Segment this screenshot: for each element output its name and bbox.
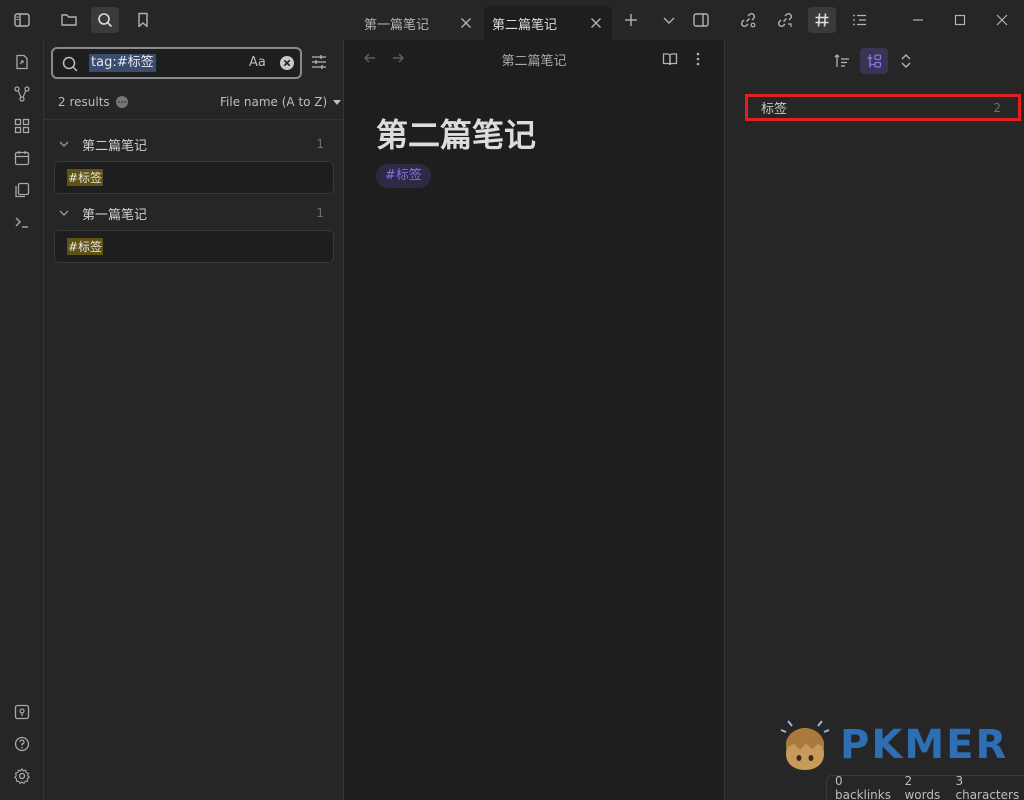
sort-icon[interactable] [828, 48, 856, 74]
pkmer-watermark: PKMER [778, 718, 1008, 772]
settings-gear-icon[interactable] [10, 764, 34, 788]
tree-view-icon[interactable] [860, 48, 888, 74]
sort-dropdown[interactable]: File name (A to Z) [220, 95, 342, 109]
quick-switcher-icon[interactable] [10, 50, 34, 74]
word-count: 2 words [904, 774, 941, 800]
search-icon[interactable] [91, 7, 119, 33]
chevron-down-icon[interactable] [58, 138, 74, 150]
tab-label: 第二篇笔记 [492, 17, 558, 33]
canvas-icon[interactable] [10, 114, 34, 138]
ribbon [0, 40, 44, 800]
search-pane: tag:#标签 Aa 2 results File name (A to Z) … [44, 40, 344, 800]
title-bar: 第一篇笔记 第二篇笔记 [0, 0, 1024, 40]
close-icon[interactable] [588, 15, 604, 31]
chevron-down-icon[interactable] [655, 7, 683, 33]
right-sidebar-toggle-icon[interactable] [687, 7, 715, 33]
result-file-header[interactable]: 第二篇笔记 1 [54, 131, 334, 157]
tab-second-note[interactable]: 第二篇笔记 [484, 6, 612, 40]
note-heading: 第二篇笔记 [376, 116, 537, 154]
sort-label: File name (A to Z) [220, 95, 328, 109]
reading-view-icon[interactable] [662, 51, 678, 67]
maximize-icon[interactable] [946, 7, 974, 33]
more-options-icon[interactable] [694, 51, 702, 67]
pkmer-logo-icon [778, 718, 832, 772]
clear-search-icon[interactable] [279, 55, 295, 71]
expand-collapse-icon[interactable] [892, 48, 920, 74]
search-query[interactable]: tag:#标签 [89, 54, 156, 72]
character-count: 3 characters [955, 774, 1020, 800]
results-count: 2 results [58, 95, 128, 109]
result-match[interactable]: #标签 [54, 230, 334, 263]
chevron-down-icon[interactable] [58, 207, 74, 219]
tab-label: 第一篇笔记 [364, 17, 430, 33]
match-highlight: #标签 [67, 238, 104, 255]
graph-view-icon[interactable] [10, 82, 34, 106]
search-input[interactable]: tag:#标签 Aa [51, 47, 302, 79]
sidebar-toggle-icon[interactable] [8, 7, 36, 33]
result-match-count: 1 [316, 137, 324, 151]
templates-icon[interactable] [10, 178, 34, 202]
terminal-icon[interactable] [10, 210, 34, 234]
results-count-text: 2 results [58, 95, 110, 109]
tag-list-item[interactable]: 标签 2 [745, 94, 1021, 121]
file-explorer-icon[interactable] [55, 7, 83, 33]
minimize-icon[interactable] [904, 7, 932, 33]
vault-switcher-icon[interactable] [10, 700, 34, 724]
pkmer-wordmark: PKMER [840, 722, 1009, 768]
caret-down-icon [333, 99, 342, 105]
outgoing-links-icon[interactable] [771, 7, 799, 33]
search-result-group: 第二篇笔记 1 #标签 [54, 131, 334, 194]
result-match[interactable]: #标签 [54, 161, 334, 194]
search-result-group: 第一篇笔记 1 #标签 [54, 200, 334, 263]
editor-pane: 第二篇笔记 第二篇笔记 #标签 [344, 40, 724, 800]
bookmark-icon[interactable] [129, 7, 157, 33]
help-icon[interactable] [10, 732, 34, 756]
status-bar: 0 backlinks 2 words 3 characters [826, 774, 1024, 800]
match-case-button[interactable]: Aa [249, 55, 266, 70]
close-icon[interactable] [458, 15, 474, 31]
tags-icon[interactable] [808, 7, 836, 33]
new-tab-icon[interactable] [617, 7, 645, 33]
calendar-icon[interactable] [10, 146, 34, 170]
result-file-name: 第二篇笔记 [82, 138, 148, 154]
tags-pane: 标签 2 [724, 40, 1024, 800]
tab-first-note[interactable]: 第一篇笔记 [346, 6, 482, 40]
result-match-count: 1 [316, 206, 324, 220]
result-file-header[interactable]: 第一篇笔记 1 [54, 200, 334, 226]
result-file-name: 第一篇笔记 [82, 207, 148, 223]
tag-pill[interactable]: #标签 [376, 164, 431, 188]
match-highlight: #标签 [67, 169, 104, 186]
backlinks-count[interactable]: 0 backlinks [835, 774, 896, 800]
more-options-icon[interactable] [115, 96, 128, 108]
window-close-icon[interactable] [988, 7, 1016, 33]
search-icon [61, 55, 79, 73]
divider [44, 119, 343, 120]
tag-name: 标签 [761, 102, 788, 117]
outline-icon[interactable] [846, 7, 874, 33]
tag-count: 2 [993, 100, 1001, 115]
backlinks-icon[interactable] [734, 7, 762, 33]
search-settings-icon[interactable] [310, 53, 328, 71]
